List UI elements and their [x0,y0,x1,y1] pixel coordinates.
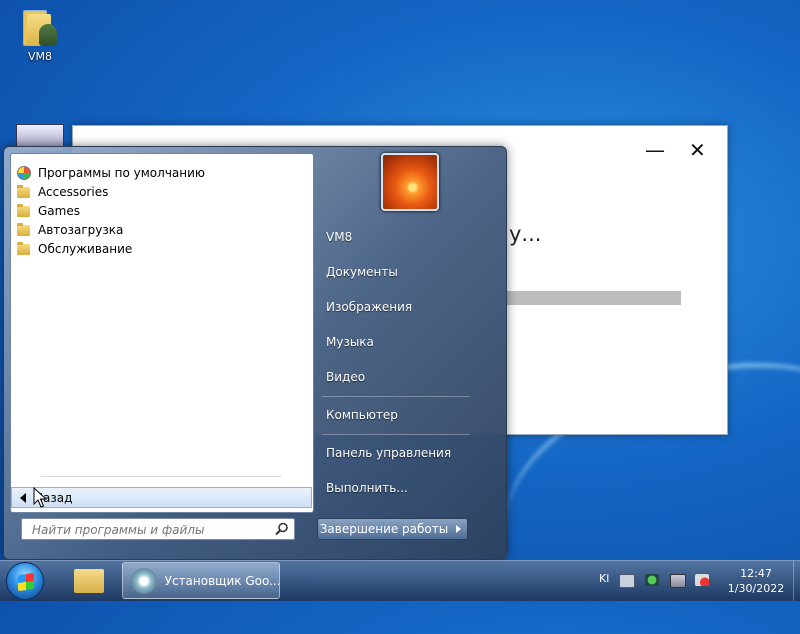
menu-item-music[interactable]: Музыка [326,335,374,349]
progress-bar [507,291,681,305]
desktop-icon-label: VM8 [27,50,52,63]
program-item-accessories[interactable]: Accessories [17,183,108,201]
show-desktop-button[interactable] [793,561,800,601]
program-item-maintenance[interactable]: Обслуживание [17,240,132,258]
language-indicator[interactable]: Kl [599,572,609,585]
taskbar: Установщик Goo... Kl 12:47 1/30/2022 [0,560,800,601]
back-arrow-icon [20,492,26,503]
network-icon[interactable] [670,574,686,588]
program-label: Accessories [38,185,109,199]
shutdown-button[interactable]: Завершение работы [317,518,451,540]
program-label: Программы по умолчанию [38,166,206,180]
clock-time: 12:47 [740,567,772,580]
search-box[interactable] [21,518,295,540]
folder-icon [74,569,104,593]
divider [322,396,470,397]
default-programs-icon [17,166,31,180]
search-input[interactable] [30,520,274,540]
program-item-default-programs[interactable]: Программы по умолчанию [17,164,205,182]
mouse-cursor-icon [33,487,47,508]
clock[interactable]: 12:47 1/30/2022 [718,566,794,596]
folder-icon [17,241,30,255]
windows-logo-icon [18,572,34,592]
menu-item-control-panel[interactable]: Панель управления [326,446,451,460]
divider [41,476,281,477]
installer-icon [131,567,157,594]
clock-date: 1/30/2022 [727,582,785,595]
folder-icon [17,222,30,236]
shutdown-options-arrow-icon[interactable] [450,518,468,540]
program-label: Games [38,204,80,218]
volume-muted-icon[interactable] [695,574,709,586]
program-item-games[interactable]: Games [17,202,80,220]
installer-status-text: у... [509,222,542,246]
menu-item-user[interactable]: VM8 [326,230,352,244]
menu-item-run[interactable]: Выполнить... [326,481,408,495]
folder-icon [17,203,30,217]
programs-pane: Программы по умолчанию Accessories Games… [10,153,314,513]
back-button[interactable]: Назад [11,487,312,508]
program-label: Автозагрузка [38,223,124,237]
action-center-icon[interactable] [645,574,659,586]
start-button[interactable] [6,562,44,600]
divider [322,434,470,435]
desktop-icon-vm8[interactable]: VM8 [12,6,68,63]
taskbar-installer-button[interactable]: Установщик Goo... [122,562,280,599]
folder-icon [17,184,30,198]
close-button[interactable]: ✕ [689,140,706,160]
menu-item-pictures[interactable]: Изображения [326,300,412,314]
taskbar-app-label: Установщик Goo... [164,573,279,588]
start-menu: Программы по умолчанию Accessories Games… [3,146,507,560]
program-label: Обслуживание [38,242,133,256]
taskbar-explorer-button[interactable] [64,563,116,599]
menu-item-documents[interactable]: Документы [326,265,398,279]
user-folder-icon [23,6,57,46]
program-item-startup[interactable]: Автозагрузка [17,221,123,239]
user-avatar[interactable] [381,153,439,211]
menu-item-video[interactable]: Видео [326,370,365,384]
keyboard-icon[interactable] [619,574,635,588]
menu-item-computer[interactable]: Компьютер [326,408,398,422]
search-icon [275,522,288,536]
minimize-button[interactable]: — [645,140,665,160]
